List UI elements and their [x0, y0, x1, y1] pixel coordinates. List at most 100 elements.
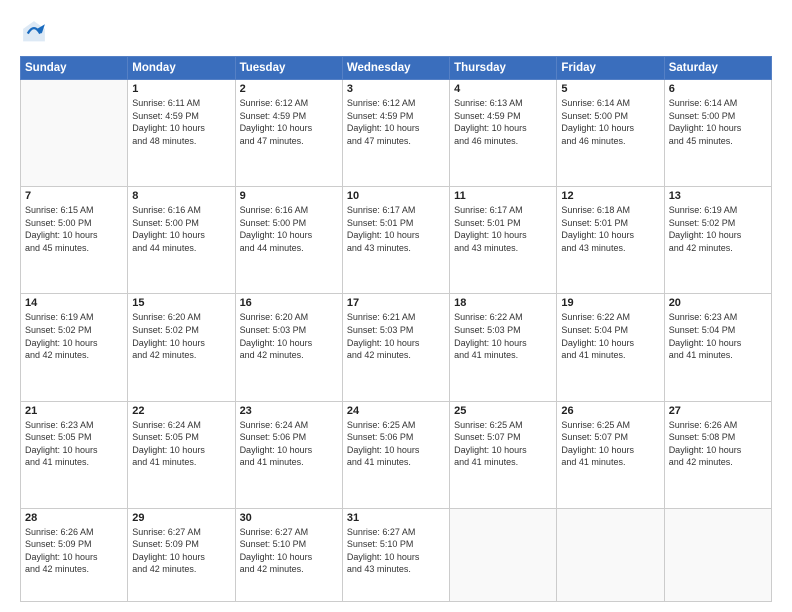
day-info: Sunrise: 6:16 AM Sunset: 5:00 PM Dayligh…	[132, 204, 230, 254]
day-number: 27	[669, 405, 767, 417]
calendar-cell: 8 Sunrise: 6:16 AM Sunset: 5:00 PM Daylig…	[128, 187, 235, 294]
calendar-cell: 10 Sunrise: 6:17 AM Sunset: 5:01 PM Dayli…	[342, 187, 449, 294]
calendar-cell: 19 Sunrise: 6:22 AM Sunset: 5:04 PM Dayli…	[557, 294, 664, 401]
day-number: 16	[240, 297, 338, 309]
day-info: Sunrise: 6:27 AM Sunset: 5:09 PM Dayligh…	[132, 526, 230, 576]
day-number: 28	[25, 512, 123, 524]
calendar-cell: 23 Sunrise: 6:24 AM Sunset: 5:06 PM Dayli…	[235, 401, 342, 508]
day-info: Sunrise: 6:20 AM Sunset: 5:03 PM Dayligh…	[240, 311, 338, 361]
day-info: Sunrise: 6:12 AM Sunset: 4:59 PM Dayligh…	[240, 97, 338, 147]
weekday-header-tuesday: Tuesday	[235, 57, 342, 80]
calendar-cell: 14Sunrise: 6:19 AM Sunset: 5:02 PM Dayli…	[21, 294, 128, 401]
day-info: Sunrise: 6:26 AM Sunset: 5:09 PM Dayligh…	[25, 526, 123, 576]
day-info: Sunrise: 6:17 AM Sunset: 5:01 PM Dayligh…	[347, 204, 445, 254]
day-number: 1	[132, 83, 230, 95]
day-number: 23	[240, 405, 338, 417]
calendar-cell: 18 Sunrise: 6:22 AM Sunset: 5:03 PM Dayli…	[450, 294, 557, 401]
calendar-cell: 22 Sunrise: 6:24 AM Sunset: 5:05 PM Dayli…	[128, 401, 235, 508]
calendar-cell: 12 Sunrise: 6:18 AM Sunset: 5:01 PM Dayli…	[557, 187, 664, 294]
calendar-cell: 24 Sunrise: 6:25 AM Sunset: 5:06 PM Dayli…	[342, 401, 449, 508]
day-info: Sunrise: 6:27 AM Sunset: 5:10 PM Dayligh…	[240, 526, 338, 576]
day-number: 3	[347, 83, 445, 95]
day-info: Sunrise: 6:14 AM Sunset: 5:00 PM Dayligh…	[561, 97, 659, 147]
day-info: Sunrise: 6:26 AM Sunset: 5:08 PM Dayligh…	[669, 419, 767, 469]
day-number: 31	[347, 512, 445, 524]
calendar-table: SundayMondayTuesdayWednesdayThursdayFrid…	[20, 56, 772, 602]
calendar-cell: 21 Sunrise: 6:23 AM Sunset: 5:05 PM Dayli…	[21, 401, 128, 508]
day-info: Sunrise: 6:23 AM Sunset: 5:05 PM Dayligh…	[25, 419, 123, 469]
calendar-cell	[450, 508, 557, 601]
day-info: Sunrise: 6:16 AM Sunset: 5:00 PM Dayligh…	[240, 204, 338, 254]
weekday-header-row: SundayMondayTuesdayWednesdayThursdayFrid…	[21, 57, 772, 80]
day-number: 30	[240, 512, 338, 524]
day-info: Sunrise: 6:17 AM Sunset: 5:01 PM Dayligh…	[454, 204, 552, 254]
day-info: Sunrise: 6:25 AM Sunset: 5:06 PM Dayligh…	[347, 419, 445, 469]
calendar-week-row: 14Sunrise: 6:19 AM Sunset: 5:02 PM Dayli…	[21, 294, 772, 401]
day-info: Sunrise: 6:27 AM Sunset: 5:10 PM Dayligh…	[347, 526, 445, 576]
calendar-cell: 9 Sunrise: 6:16 AM Sunset: 5:00 PM Daylig…	[235, 187, 342, 294]
weekday-header-sunday: Sunday	[21, 57, 128, 80]
calendar-cell: 4 Sunrise: 6:13 AM Sunset: 4:59 PM Daylig…	[450, 80, 557, 187]
day-number: 29	[132, 512, 230, 524]
calendar-cell: 11 Sunrise: 6:17 AM Sunset: 5:01 PM Dayli…	[450, 187, 557, 294]
day-number: 6	[669, 83, 767, 95]
day-number: 9	[240, 190, 338, 202]
weekday-header-friday: Friday	[557, 57, 664, 80]
day-number: 10	[347, 190, 445, 202]
day-info: Sunrise: 6:19 AM Sunset: 5:02 PM Dayligh…	[669, 204, 767, 254]
day-info: Sunrise: 6:24 AM Sunset: 5:06 PM Dayligh…	[240, 419, 338, 469]
day-number: 5	[561, 83, 659, 95]
day-number: 2	[240, 83, 338, 95]
calendar-cell: 29 Sunrise: 6:27 AM Sunset: 5:09 PM Dayli…	[128, 508, 235, 601]
day-number: 17	[347, 297, 445, 309]
day-info: Sunrise: 6:12 AM Sunset: 4:59 PM Dayligh…	[347, 97, 445, 147]
calendar-cell: 17 Sunrise: 6:21 AM Sunset: 5:03 PM Dayli…	[342, 294, 449, 401]
weekday-header-saturday: Saturday	[664, 57, 771, 80]
day-info: Sunrise: 6:18 AM Sunset: 5:01 PM Dayligh…	[561, 204, 659, 254]
calendar-cell: 26 Sunrise: 6:25 AM Sunset: 5:07 PM Dayli…	[557, 401, 664, 508]
day-number: 18	[454, 297, 552, 309]
day-number: 15	[132, 297, 230, 309]
day-number: 14	[25, 297, 123, 309]
day-number: 20	[669, 297, 767, 309]
day-info: Sunrise: 6:13 AM Sunset: 4:59 PM Dayligh…	[454, 97, 552, 147]
day-number: 4	[454, 83, 552, 95]
calendar-cell: 28 Sunrise: 6:26 AM Sunset: 5:09 PM Dayli…	[21, 508, 128, 601]
day-info: Sunrise: 6:22 AM Sunset: 5:04 PM Dayligh…	[561, 311, 659, 361]
day-number: 26	[561, 405, 659, 417]
calendar-week-row: 21 Sunrise: 6:23 AM Sunset: 5:05 PM Dayli…	[21, 401, 772, 508]
day-info: Sunrise: 6:23 AM Sunset: 5:04 PM Dayligh…	[669, 311, 767, 361]
day-info: Sunrise: 6:22 AM Sunset: 5:03 PM Dayligh…	[454, 311, 552, 361]
calendar-week-row: 7Sunrise: 6:15 AM Sunset: 5:00 PM Daylig…	[21, 187, 772, 294]
page: SundayMondayTuesdayWednesdayThursdayFrid…	[0, 0, 792, 612]
calendar-cell: 15 Sunrise: 6:20 AM Sunset: 5:02 PM Dayli…	[128, 294, 235, 401]
day-info: Sunrise: 6:11 AM Sunset: 4:59 PM Dayligh…	[132, 97, 230, 147]
day-info: Sunrise: 6:20 AM Sunset: 5:02 PM Dayligh…	[132, 311, 230, 361]
day-number: 22	[132, 405, 230, 417]
calendar-cell: 27 Sunrise: 6:26 AM Sunset: 5:08 PM Dayli…	[664, 401, 771, 508]
calendar-cell: 7Sunrise: 6:15 AM Sunset: 5:00 PM Daylig…	[21, 187, 128, 294]
calendar-cell: 31 Sunrise: 6:27 AM Sunset: 5:10 PM Dayli…	[342, 508, 449, 601]
day-number: 21	[25, 405, 123, 417]
calendar-cell: 20 Sunrise: 6:23 AM Sunset: 5:04 PM Dayli…	[664, 294, 771, 401]
day-number: 12	[561, 190, 659, 202]
calendar-cell: 25 Sunrise: 6:25 AM Sunset: 5:07 PM Dayli…	[450, 401, 557, 508]
calendar-cell: 2 Sunrise: 6:12 AM Sunset: 4:59 PM Daylig…	[235, 80, 342, 187]
day-info: Sunrise: 6:21 AM Sunset: 5:03 PM Dayligh…	[347, 311, 445, 361]
day-number: 11	[454, 190, 552, 202]
day-info: Sunrise: 6:24 AM Sunset: 5:05 PM Dayligh…	[132, 419, 230, 469]
calendar-cell: 1 Sunrise: 6:11 AM Sunset: 4:59 PM Daylig…	[128, 80, 235, 187]
day-number: 25	[454, 405, 552, 417]
day-number: 24	[347, 405, 445, 417]
calendar-cell	[664, 508, 771, 601]
day-number: 19	[561, 297, 659, 309]
day-number: 8	[132, 190, 230, 202]
calendar-week-row: 1 Sunrise: 6:11 AM Sunset: 4:59 PM Daylig…	[21, 80, 772, 187]
calendar-cell: 5 Sunrise: 6:14 AM Sunset: 5:00 PM Daylig…	[557, 80, 664, 187]
calendar-cell	[21, 80, 128, 187]
calendar-cell: 13 Sunrise: 6:19 AM Sunset: 5:02 PM Dayli…	[664, 187, 771, 294]
day-info: Sunrise: 6:25 AM Sunset: 5:07 PM Dayligh…	[561, 419, 659, 469]
day-number: 13	[669, 190, 767, 202]
weekday-header-thursday: Thursday	[450, 57, 557, 80]
day-info: Sunrise: 6:25 AM Sunset: 5:07 PM Dayligh…	[454, 419, 552, 469]
